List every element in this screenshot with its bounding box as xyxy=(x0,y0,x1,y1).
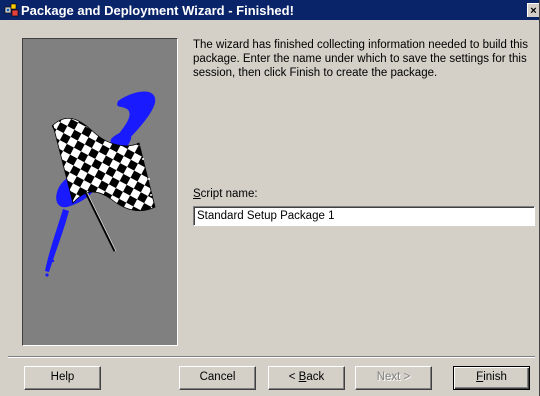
next-button[interactable]: Next > xyxy=(355,366,432,390)
checkered-flag-icon xyxy=(45,91,156,277)
title-bar[interactable]: Package and Deployment Wizard - Finished… xyxy=(0,0,539,20)
script-name-accesskey: S xyxy=(193,188,201,200)
back-button-label-rest: ack xyxy=(306,371,325,383)
help-button-label: Help xyxy=(50,371,75,383)
cancel-button-label: Cancel xyxy=(199,371,236,383)
help-button[interactable]: Help xyxy=(24,366,101,390)
script-name-input[interactable] xyxy=(193,206,535,226)
close-icon: × xyxy=(530,5,537,17)
button-separator xyxy=(8,356,535,358)
next-button-label: Next > xyxy=(376,371,411,383)
finish-button-label-rest: inish xyxy=(483,371,507,383)
script-name-label-rest: cript name: xyxy=(200,188,258,200)
cancel-button[interactable]: Cancel xyxy=(179,366,256,390)
finish-button[interactable]: Finish xyxy=(453,366,530,390)
back-button-prefix: < xyxy=(288,371,299,383)
wizard-dialog: Package and Deployment Wizard - Finished… xyxy=(0,0,540,396)
back-button[interactable]: < Back xyxy=(268,366,345,390)
close-button[interactable]: × xyxy=(527,3,539,17)
wizard-description: The wizard has finished collecting infor… xyxy=(193,39,528,79)
package-wizard-icon xyxy=(4,3,19,17)
script-name-label: Script name: xyxy=(193,188,258,200)
window-title: Package and Deployment Wizard - Finished… xyxy=(21,3,294,18)
wizard-illustration-panel xyxy=(22,38,178,346)
